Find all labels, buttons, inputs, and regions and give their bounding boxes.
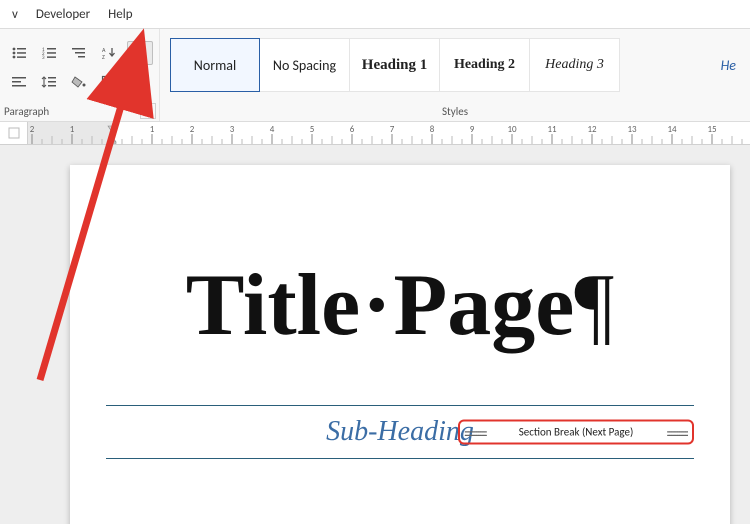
multilevel-list-button[interactable] [67, 42, 91, 64]
svg-text:3: 3 [230, 124, 235, 135]
paragraph-dialog-launcher-icon[interactable]: ↘ [140, 103, 156, 119]
sort-button[interactable]: AZ [97, 42, 121, 64]
style-no-spacing[interactable]: No Spacing [260, 38, 350, 92]
svg-text:8: 8 [430, 124, 435, 135]
styles-group-label-text: Styles [442, 105, 468, 118]
document-area: Title·Page¶ Sub-Heading Section Break (N… [0, 145, 750, 524]
style-heading-2[interactable]: Heading 2 [440, 38, 530, 92]
paragraph-group-label: Paragraph ↘ [0, 101, 160, 121]
svg-text:4: 4 [270, 124, 275, 135]
svg-text:13: 13 [627, 124, 637, 135]
line-spacing-button[interactable] [37, 71, 61, 93]
menu-bar: v Developer Help [0, 0, 750, 28]
style-normal[interactable]: Normal [170, 38, 260, 92]
svg-text:Z: Z [102, 53, 105, 60]
section-break-label: Section Break (Next Page) [464, 426, 688, 439]
styles-gallery: Normal No Spacing Heading 1 Heading 2 He… [160, 29, 750, 101]
svg-text:9: 9 [470, 124, 475, 135]
styles-group-label: Styles [160, 101, 750, 121]
sub-heading-text[interactable]: Sub-Heading [326, 416, 474, 448]
svg-text:2: 2 [190, 124, 195, 135]
svg-text:2: 2 [30, 124, 35, 135]
svg-text:3: 3 [42, 55, 45, 60]
numbering-button[interactable]: 123 [37, 42, 61, 64]
svg-text:6: 6 [350, 124, 355, 135]
svg-text:15: 15 [707, 124, 717, 135]
borders-button[interactable] [97, 71, 121, 93]
horizontal-ruler[interactable]: 21123456789101112131415 [28, 122, 750, 144]
hr-bottom [106, 458, 694, 459]
pilcrow-icon: ¶ [574, 257, 614, 354]
style-heading-3[interactable]: Heading 3 [530, 38, 620, 92]
svg-text:1: 1 [150, 124, 155, 135]
svg-text:¶: ¶ [135, 46, 141, 60]
style-more-partial[interactable]: He [721, 57, 742, 74]
svg-text:11: 11 [547, 124, 557, 135]
menu-developer[interactable]: Developer [36, 7, 90, 22]
page[interactable]: Title·Page¶ Sub-Heading Section Break (N… [70, 165, 730, 524]
svg-text:14: 14 [667, 124, 677, 135]
space-mark-icon: · [360, 257, 393, 354]
ruler: 21123456789101112131415 [0, 122, 750, 145]
paragraph-group-label-text: Paragraph [4, 105, 49, 118]
menu-help[interactable]: Help [108, 7, 132, 22]
section-break-highlight: Section Break (Next Page) [458, 420, 694, 445]
show-hide-marks-button[interactable]: ¶ [127, 41, 153, 65]
ruler-corner [0, 122, 28, 144]
title-word-1: Title [186, 257, 360, 354]
menu-view-partial[interactable]: v [12, 7, 18, 22]
style-heading-1[interactable]: Heading 1 [350, 38, 440, 92]
title-word-2: Page [394, 257, 575, 354]
bullets-button[interactable] [7, 42, 31, 64]
svg-text:12: 12 [587, 124, 597, 135]
align-left-button[interactable] [7, 71, 31, 93]
title-text[interactable]: Title·Page¶ [70, 255, 730, 356]
svg-text:7: 7 [390, 124, 395, 135]
shading-button[interactable] [67, 71, 91, 93]
ribbon: 123 AZ ¶ [0, 28, 750, 122]
paragraph-group: 123 AZ ¶ [0, 29, 160, 101]
svg-text:10: 10 [507, 124, 517, 135]
sub-heading-block: Sub-Heading Section Break (Next Page) [106, 405, 694, 459]
svg-text:5: 5 [310, 124, 315, 135]
svg-text:1: 1 [70, 124, 75, 135]
